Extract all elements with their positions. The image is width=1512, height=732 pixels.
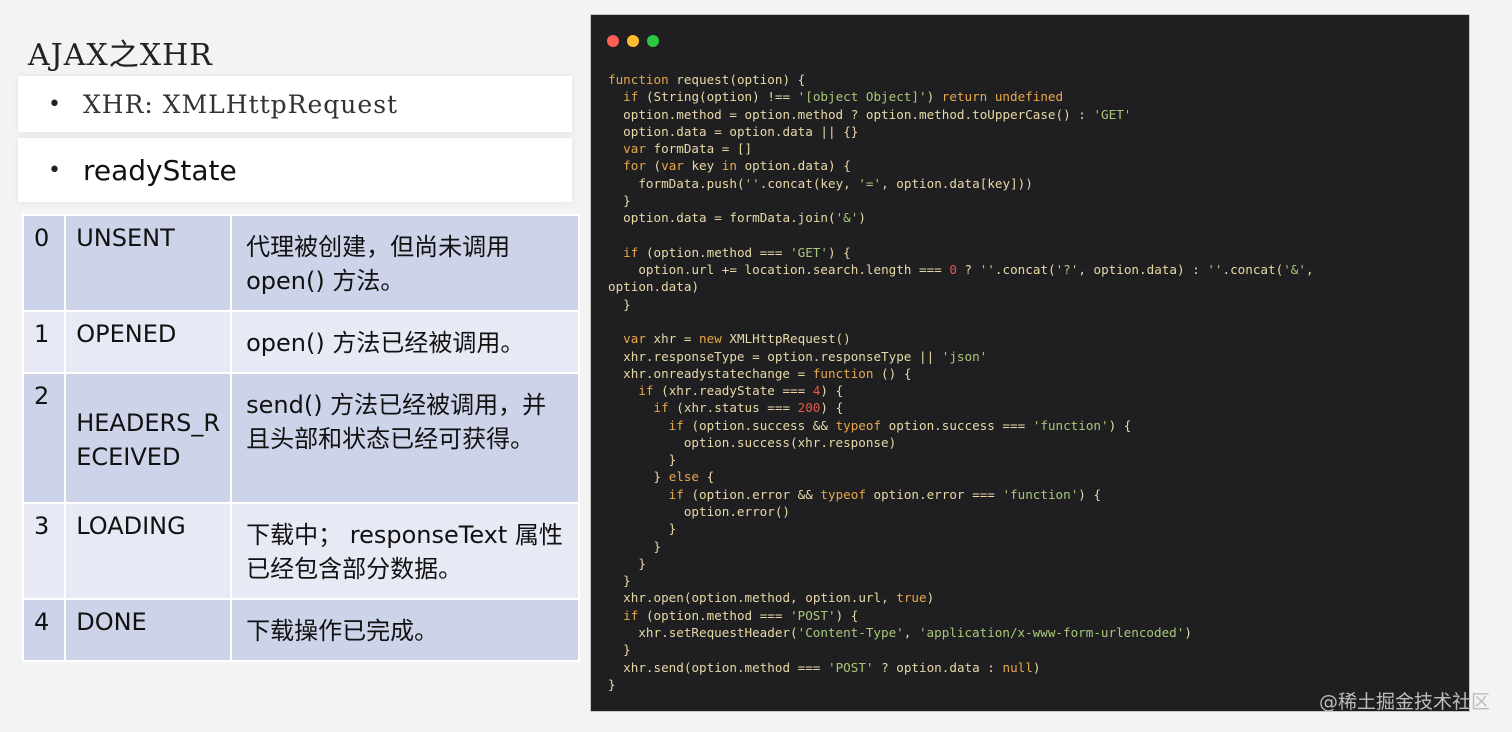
code-line: xhr.setRequestHeader('Content-Type', 'ap… [638, 625, 1192, 640]
code-block: function request(option) { if (String(op… [608, 71, 1314, 693]
code-line: var formData = [] [623, 141, 753, 157]
bullet-dot: • [48, 157, 61, 183]
state-name: DONE [64, 598, 233, 662]
state-description: open() 方法已经被调用。 [230, 310, 580, 374]
code-window: function request(option) { if (String(op… [590, 14, 1470, 712]
table-row: 4 DONE 下载操作已完成。 [21, 598, 580, 662]
bullet-xhr: • XHR: XMLHttpRequest [18, 76, 572, 132]
state-description: 代理被创建，但尚未调用 open() 方法。 [230, 214, 580, 312]
table-row: 0 UNSENT 代理被创建，但尚未调用 open() 方法。 [21, 214, 580, 312]
state-code: 4 [21, 598, 67, 662]
maximize-dot-icon [647, 35, 659, 47]
bullet-xhr-text: XHR: XMLHttpRequest [82, 89, 399, 119]
code-line: option.data = formData.join('&') [623, 210, 866, 226]
code-line: if (String(option) !== '[object Object]'… [623, 89, 1064, 105]
code-line: xhr.send(option.method === 'POST' ? opti… [623, 659, 1041, 675]
state-name: UNSENT [64, 214, 233, 312]
code-line: } [623, 192, 631, 208]
table-row: 3 LOADING 下载中； responseText 属性已经包含部分数据。 [21, 502, 580, 600]
code-line: } [638, 555, 646, 571]
window-controls [607, 35, 659, 47]
state-code: 1 [21, 310, 67, 374]
state-description: 下载中； responseText 属性已经包含部分数据。 [230, 502, 580, 600]
code-line: xhr.onreadystatechange = function () { [623, 365, 912, 381]
bullet-dot: • [48, 91, 61, 117]
state-code: 2 [21, 372, 67, 504]
table-row: 1 OPENED open() 方法已经被调用。 [21, 310, 580, 374]
slide-left-column: AJAX之XHR • XHR: XMLHttpRequest • readySt… [0, 0, 590, 732]
code-line: option.data) [608, 279, 700, 295]
table-row: 2 HEADERS_RECEIVED send() 方法已经被调用，并且头部和状… [21, 372, 580, 504]
close-dot-icon [607, 35, 619, 47]
code-line: option.url += location.search.length ===… [638, 262, 1314, 278]
code-line: } else { [653, 469, 715, 485]
readystate-table: 0 UNSENT 代理被创建，但尚未调用 open() 方法。 1 OPENED… [21, 214, 580, 662]
code-line: } [608, 676, 616, 692]
code-line: if (option.error && typeof option.error … [668, 486, 1102, 502]
watermark: @稀土掘金技术社区 [1318, 691, 1490, 713]
state-name: HEADERS_RECEIVED [64, 372, 233, 504]
state-code: 0 [21, 214, 67, 312]
state-name: LOADING [64, 502, 233, 600]
code-line: function request(option) { [608, 72, 806, 87]
code-line: } [668, 521, 677, 537]
state-name-text: HEADERS_RECEIVED [76, 409, 221, 471]
code-line: option.error() [683, 504, 791, 520]
code-line: formData.push(''.concat(key, '=', option… [638, 175, 1033, 191]
state-description: send() 方法已经被调用，并且头部和状态已经可获得。 [230, 372, 580, 504]
code-line: if (option.success && typeof option.succ… [668, 417, 1132, 433]
code-line: var xhr = new XMLHttpRequest() [623, 331, 851, 347]
code-line: option.success(xhr.response) [683, 434, 897, 450]
code-line: } [623, 296, 631, 312]
code-line: xhr.open(option.method, option.url, true… [623, 590, 935, 606]
code-line: option.data = option.data || {} [623, 123, 859, 139]
code-line: xhr.responseType = option.responseType |… [623, 348, 988, 364]
slide-title: AJAX之XHR [28, 38, 213, 73]
bullet-readystate: • readyState [18, 138, 572, 202]
code-line: } [668, 452, 677, 468]
code-line: if (option.method === 'GET') { [623, 244, 851, 260]
code-line: } [623, 573, 631, 589]
code-line: if (xhr.readyState === 4) { [638, 383, 844, 399]
state-name: OPENED [64, 310, 233, 374]
code-line: } [623, 642, 631, 658]
code-line: for (var key in option.data) { [623, 158, 851, 174]
code-line: if (option.method === 'POST') { [623, 607, 859, 623]
state-description: 下载操作已完成。 [230, 598, 580, 662]
code-line: if (xhr.status === 200) { [653, 400, 844, 416]
code-line: option.method = option.method ? option.m… [623, 106, 1132, 122]
minimize-dot-icon [627, 35, 639, 47]
code-line: } [653, 538, 662, 554]
bullet-readystate-text: readyState [82, 153, 237, 187]
state-code: 3 [21, 502, 67, 600]
